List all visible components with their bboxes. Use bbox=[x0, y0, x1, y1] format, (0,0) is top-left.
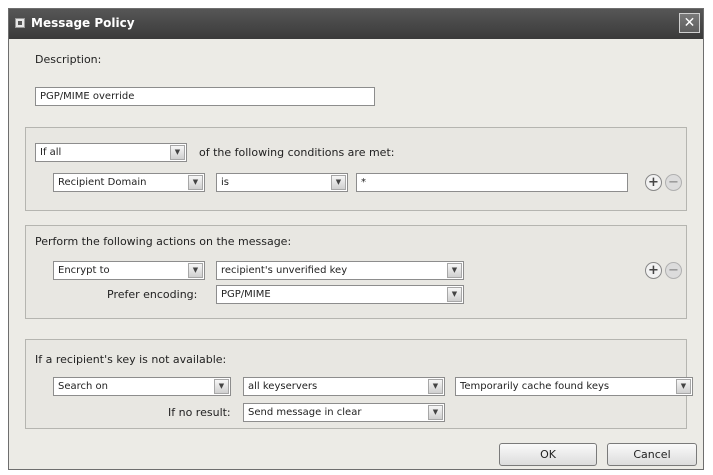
condition-value-input[interactable]: * bbox=[356, 173, 628, 192]
remove-condition-button[interactable]: − bbox=[665, 174, 682, 191]
no-result-select[interactable]: Send message in clear ▼ bbox=[243, 403, 445, 422]
match-select-value: If all bbox=[40, 147, 62, 158]
condition-field-value: Recipient Domain bbox=[58, 177, 147, 188]
chevron-down-icon[interactable]: ▼ bbox=[447, 263, 462, 278]
keyserver-select[interactable]: all keyservers ▼ bbox=[243, 377, 445, 396]
close-button[interactable]: ✕ bbox=[679, 13, 700, 33]
chevron-down-icon[interactable]: ▼ bbox=[188, 175, 203, 190]
action-target-select[interactable]: recipient's unverified key ▼ bbox=[216, 261, 464, 280]
message-policy-dialog: Message Policy ✕ Description: PGP/MIME o… bbox=[8, 8, 704, 470]
title-bar[interactable]: Message Policy ✕ bbox=[9, 9, 703, 39]
chevron-down-icon[interactable]: ▼ bbox=[428, 379, 443, 394]
add-condition-button[interactable]: + bbox=[645, 174, 662, 191]
conditions-group bbox=[25, 127, 687, 211]
condition-operator-select[interactable]: is ▼ bbox=[216, 173, 348, 192]
no-result-label: If no result: bbox=[168, 406, 231, 419]
chevron-down-icon[interactable]: ▼ bbox=[170, 145, 185, 160]
prefer-encoding-value: PGP/MIME bbox=[221, 289, 271, 300]
no-result-value: Send message in clear bbox=[248, 407, 362, 418]
prefer-encoding-label: Prefer encoding: bbox=[107, 288, 198, 301]
fallback-action-value: Search on bbox=[58, 381, 108, 392]
chevron-down-icon[interactable]: ▼ bbox=[331, 175, 346, 190]
chevron-down-icon[interactable]: ▼ bbox=[428, 405, 443, 420]
chevron-down-icon[interactable]: ▼ bbox=[188, 263, 203, 278]
chevron-down-icon[interactable]: ▼ bbox=[447, 287, 462, 302]
chevron-down-icon[interactable]: ▼ bbox=[214, 379, 229, 394]
conditions-text: of the following conditions are met: bbox=[199, 146, 395, 159]
description-label: Description: bbox=[35, 53, 102, 66]
cache-select[interactable]: Temporarily cache found keys ▼ bbox=[455, 377, 693, 396]
keyserver-value: all keyservers bbox=[248, 381, 318, 392]
add-action-button[interactable]: + bbox=[645, 262, 662, 279]
key-unavailable-heading: If a recipient's key is not available: bbox=[35, 353, 227, 366]
window-title: Message Policy bbox=[31, 16, 135, 30]
actions-heading: Perform the following actions on the mes… bbox=[35, 235, 292, 248]
prefer-encoding-select[interactable]: PGP/MIME ▼ bbox=[216, 285, 464, 304]
chevron-down-icon[interactable]: ▼ bbox=[676, 379, 691, 394]
match-select[interactable]: If all ▼ bbox=[35, 143, 187, 162]
action-select[interactable]: Encrypt to ▼ bbox=[53, 261, 205, 280]
fallback-action-select[interactable]: Search on ▼ bbox=[53, 377, 231, 396]
description-input[interactable]: PGP/MIME override bbox=[35, 87, 375, 106]
action-select-value: Encrypt to bbox=[58, 265, 110, 276]
condition-field-select[interactable]: Recipient Domain ▼ bbox=[53, 173, 205, 192]
cache-value: Temporarily cache found keys bbox=[460, 381, 610, 392]
action-target-value: recipient's unverified key bbox=[221, 265, 348, 276]
cancel-button[interactable]: Cancel bbox=[607, 443, 697, 466]
ok-button[interactable]: OK bbox=[499, 443, 597, 466]
remove-action-button[interactable]: − bbox=[665, 262, 682, 279]
condition-operator-value: is bbox=[221, 177, 229, 188]
window-icon bbox=[15, 18, 25, 28]
